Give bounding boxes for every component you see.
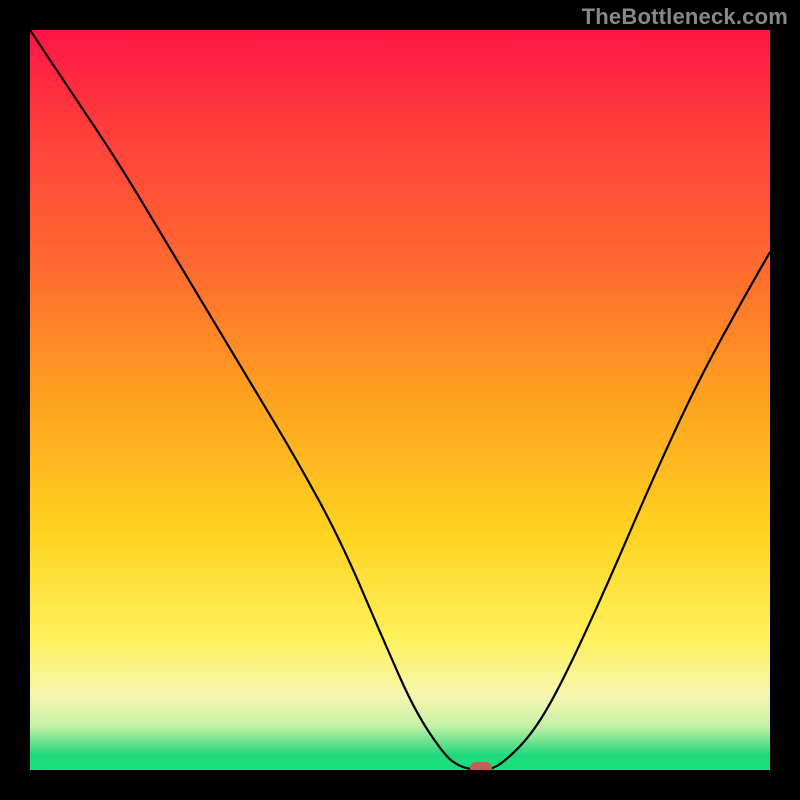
watermark-text: TheBottleneck.com [582,4,788,30]
plot-area [30,30,770,770]
chart-frame: TheBottleneck.com [0,0,800,800]
bottleneck-curve [30,30,770,770]
bottleneck-curve-path [30,30,770,770]
optimal-point-marker [470,762,492,770]
